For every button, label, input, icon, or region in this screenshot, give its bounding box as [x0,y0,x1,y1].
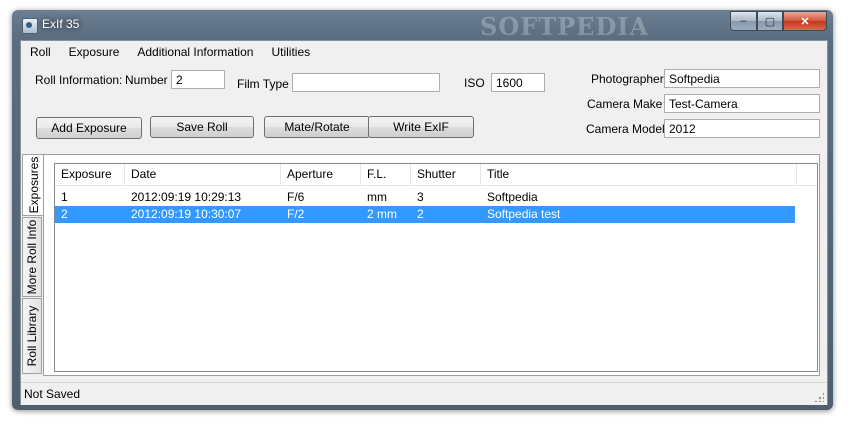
camera-make-input[interactable]: Test-Camera [664,94,820,113]
menu-additional-information[interactable]: Additional Information [128,45,262,59]
menu-exposure[interactable]: Exposure [60,45,129,59]
camera-model-input[interactable]: 2012 [664,119,820,138]
caption-buttons: – ▢ ✕ [730,11,827,31]
cell-fl: 2 mm [367,207,397,221]
cell-exposure: 2 [61,207,68,221]
list-header: Exposure Date Aperture F.L. Shutter Titl… [55,164,817,186]
cell-title: Softpedia [487,190,538,204]
menu-utilities[interactable]: Utilities [262,45,319,59]
window-title: ExIf 35 [42,17,80,31]
tab-exposures[interactable]: Exposures [22,154,44,216]
close-button[interactable]: ✕ [783,11,827,31]
client-area: Roll Exposure Additional Information Uti… [20,40,828,405]
table-row[interactable]: 1 2012:09:19 10:29:13 F/6 mm 3 Softpedia [55,189,795,206]
status-text: Not Saved [24,387,81,401]
table-row-selected[interactable]: 2 2012:09:19 10:30:07 F/2 2 mm 2 Softped… [55,206,795,223]
tab-more-roll-info[interactable]: More Roll Info [22,217,42,297]
photographer-label: Photographer [591,72,664,86]
number-input[interactable]: 2 [171,70,225,89]
iso-label: ISO [464,76,485,90]
column-header-aperture[interactable]: Aperture [281,164,361,185]
column-header-fl[interactable]: F.L. [361,164,411,185]
watermark-logo: SOFTPEDIA [480,12,650,41]
vertical-tabs: Exposures More Roll Info Roll Library [22,154,44,374]
cell-aperture: F/2 [287,207,305,221]
cell-exposure: 1 [61,190,68,204]
roll-information-label: Roll Information: [35,73,123,87]
film-type-input[interactable] [292,73,440,92]
cell-title: Softpedia test [487,207,561,221]
cell-shutter: 3 [417,190,424,204]
title-bar[interactable]: ExIf 35 SOFTPEDIA – ▢ ✕ [12,10,833,41]
mate-rotate-button[interactable]: Mate/Rotate [264,116,370,138]
column-header-shutter[interactable]: Shutter [411,164,481,185]
film-type-label: Film Type [237,77,289,91]
column-header-date[interactable]: Date [125,164,281,185]
iso-input[interactable]: 1600 [491,73,545,92]
exposures-panel: Exposure Date Aperture F.L. Shutter Titl… [43,154,820,376]
menu-roll[interactable]: Roll [21,45,60,59]
minimize-button[interactable]: – [730,11,757,31]
exposure-list[interactable]: Exposure Date Aperture F.L. Shutter Titl… [54,163,818,372]
cell-aperture: F/6 [287,190,305,204]
camera-make-label: Camera Make [587,97,663,111]
camera-model-label: Camera Model [586,122,665,136]
write-exif-button[interactable]: Write ExIF [368,116,474,138]
number-label: Number [125,73,168,87]
column-header-exposure[interactable]: Exposure [55,164,125,185]
column-header-title[interactable]: Title [481,164,797,185]
cell-date: 2012:09:19 10:29:13 [131,190,242,204]
maximize-button[interactable]: ▢ [757,11,783,31]
tab-roll-library[interactable]: Roll Library [22,298,42,374]
status-bar: Not Saved [21,382,827,405]
add-exposure-button[interactable]: Add Exposure [36,117,142,139]
cell-shutter: 2 [417,207,424,221]
resize-grip-icon[interactable] [814,392,824,402]
app-icon[interactable] [22,18,38,34]
cell-date: 2012:09:19 10:30:07 [131,207,242,221]
tab-exposures-label: Exposures [26,156,41,214]
photographer-input[interactable]: Softpedia [664,69,820,88]
app-window: ExIf 35 SOFTPEDIA – ▢ ✕ Roll Exposure Ad… [12,10,833,410]
cell-fl: mm [367,190,387,204]
tab-roll-library-label: Roll Library [25,305,39,367]
tab-more-roll-info-label: More Roll Info [25,219,39,295]
menu-bar: Roll Exposure Additional Information Uti… [21,41,827,63]
save-roll-button[interactable]: Save Roll [150,116,254,138]
